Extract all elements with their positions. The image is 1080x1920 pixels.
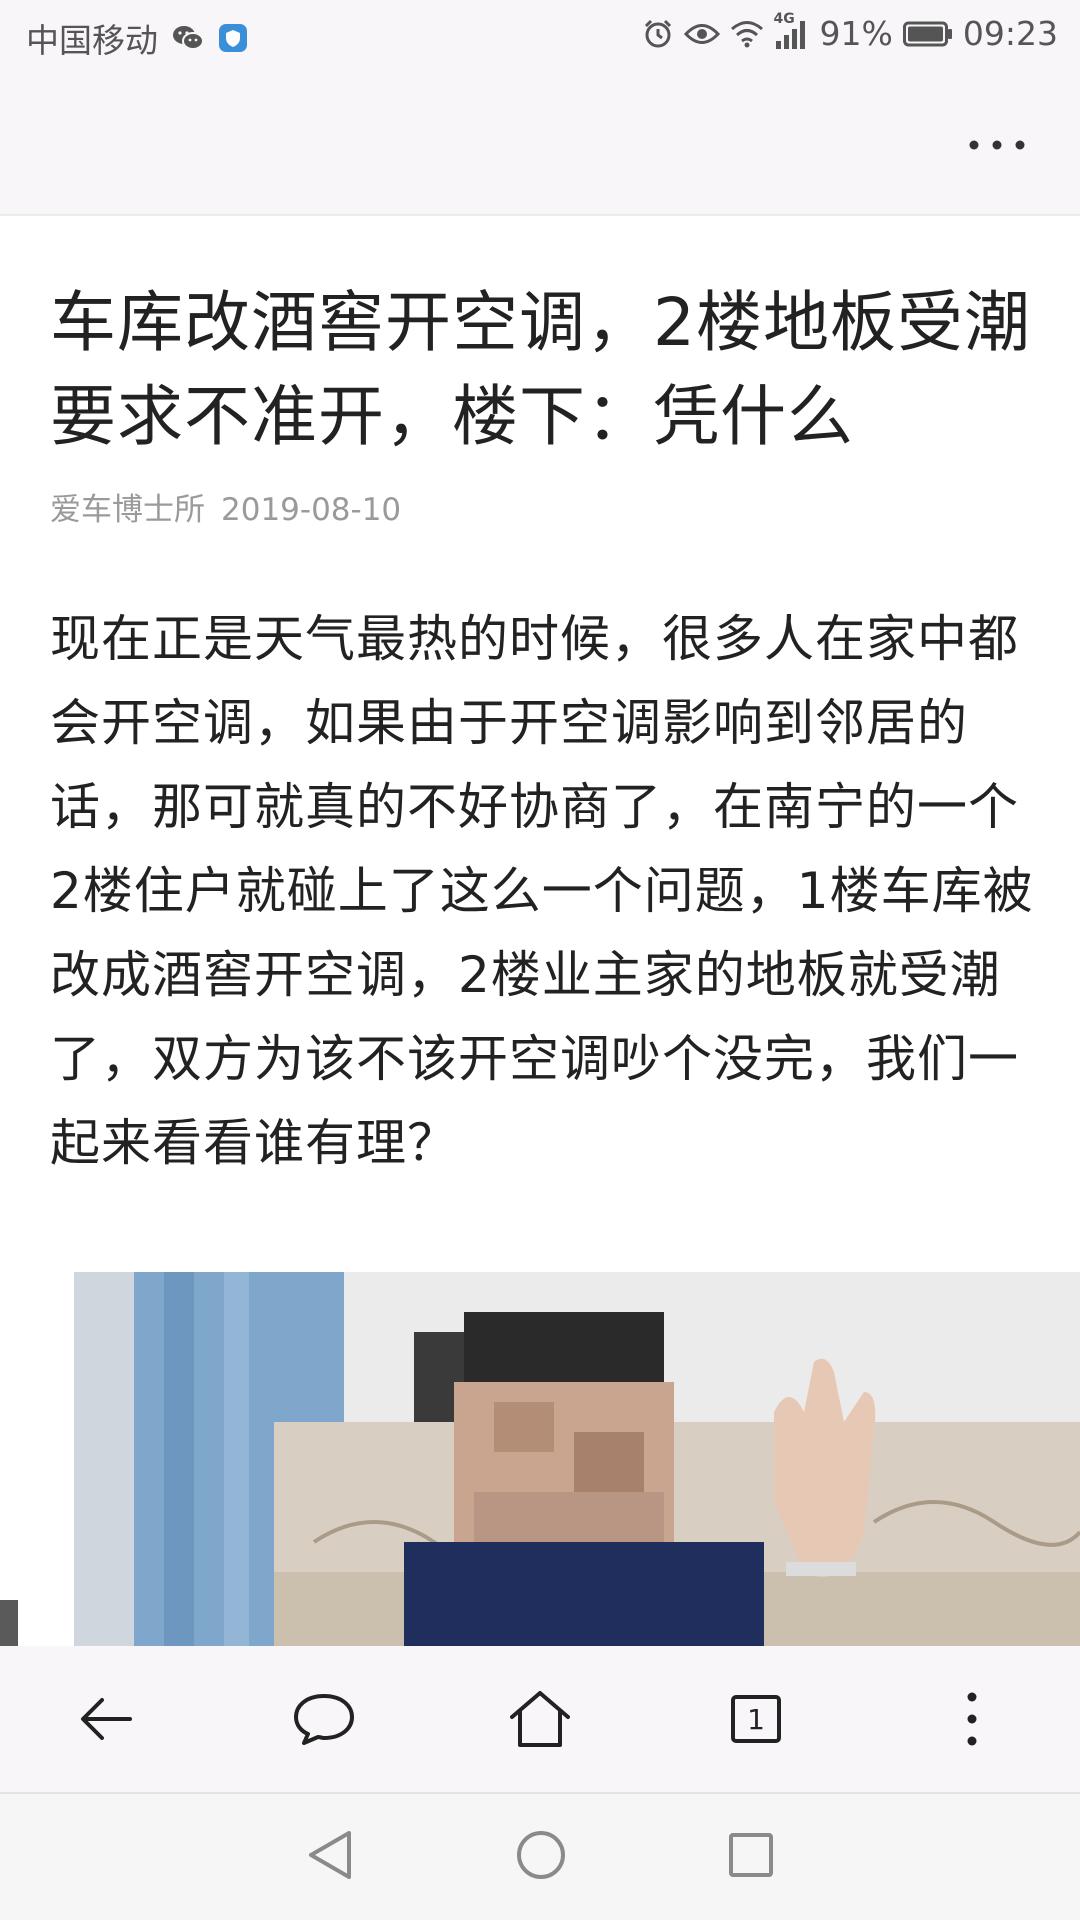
recents-square-icon[interactable] — [727, 1831, 775, 1883]
article-title: 车库改酒窖开空调，2楼地板受潮要求不准开，楼下：凭什么 — [50, 284, 1031, 455]
comment-icon[interactable] — [269, 1664, 379, 1774]
more-vertical-icon[interactable] — [917, 1664, 1027, 1774]
alarm-icon — [642, 18, 674, 50]
signal-icon: 4G — [774, 11, 810, 49]
article-body: 现在正是天气最热的时候，很多人在家中都会开空调，如果由于开空调影响到邻居的话，那… — [50, 610, 1034, 1172]
carrier-name: 中国移动 — [26, 21, 158, 60]
article-image[interactable] — [74, 1272, 1080, 1646]
article: 车库改酒窖开空调，2楼地板受潮要求不准开，楼下：凭什么 爱车博士所 2019-08… — [50, 214, 1040, 1185]
tabs-icon[interactable]: 1 — [701, 1664, 811, 1774]
network-type: 4G — [773, 10, 795, 27]
back-arrow-icon[interactable] — [53, 1664, 163, 1774]
home-icon[interactable] — [485, 1664, 595, 1774]
wechat-icon — [172, 24, 204, 52]
tab-count: 1 — [747, 1702, 765, 1736]
battery-icon — [902, 21, 953, 47]
battery-percent: 91% — [819, 14, 893, 53]
more-options-icon[interactable] — [962, 130, 1032, 160]
top-navbar — [0, 76, 1080, 216]
back-triangle-icon[interactable] — [305, 1829, 355, 1885]
article-source[interactable]: 爱车博士所 — [50, 492, 205, 528]
wifi-icon — [730, 20, 764, 48]
clock: 09:23 — [962, 14, 1058, 53]
browser-toolbar: 1 — [0, 1646, 1080, 1794]
eye-icon — [683, 21, 720, 47]
article-date: 2019-08-10 — [221, 492, 402, 528]
shield-icon — [218, 23, 248, 53]
article-meta: 爱车博士所 2019-08-10 — [50, 484, 1040, 529]
home-circle-icon[interactable] — [515, 1829, 567, 1885]
status-bar: 中国移动 4G 91% 09:23 — [0, 0, 1080, 76]
system-nav-bar — [0, 1794, 1080, 1920]
image-edge — [0, 1600, 18, 1646]
